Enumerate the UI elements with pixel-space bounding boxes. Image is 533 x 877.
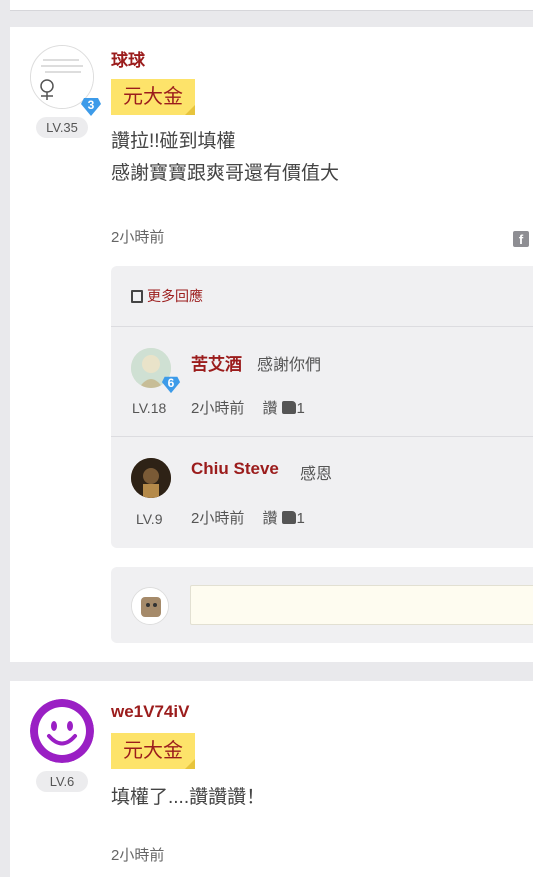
- like-button[interactable]: 讚1: [263, 400, 305, 417]
- reply-meta: 2小時前 讚1: [191, 397, 305, 418]
- reply-level: LV.9: [136, 511, 163, 527]
- stock-tag[interactable]: 元大金: [111, 79, 195, 115]
- author-name[interactable]: we1V74iV: [111, 702, 189, 722]
- more-replies-link[interactable]: 更多回應: [131, 286, 203, 306]
- post-card: LV.6 we1V74iV 元大金 填權了....讚讚讚！ 2小時前: [10, 681, 533, 877]
- reply-text: 感謝你們: [257, 357, 322, 374]
- avatar[interactable]: [30, 699, 94, 763]
- thumbs-up-icon: [281, 511, 296, 524]
- reply-time: 2小時前: [191, 510, 245, 527]
- author-avatar-block: LV.6: [30, 699, 94, 792]
- post-content: 填權了....讚讚讚！: [111, 782, 265, 814]
- post-line: 感謝寶寶跟爽哥還有價值大: [111, 163, 340, 184]
- previous-post-card: [10, 0, 533, 10]
- current-user-avatar: [131, 587, 169, 625]
- reply-level: LV.18: [132, 400, 167, 416]
- divider: [111, 436, 533, 437]
- author-name[interactable]: 球球: [111, 46, 145, 71]
- post-time: 2小時前: [111, 229, 165, 246]
- reply-author-name[interactable]: 苦艾酒: [191, 350, 242, 375]
- reply-meta: 2小時前 讚1: [191, 507, 305, 528]
- reply-composer: [111, 567, 533, 643]
- thumbs-up-icon: [281, 401, 296, 414]
- diamond-badge-icon: 3: [80, 95, 102, 117]
- post-line: 填權了....讚讚讚！: [111, 787, 266, 808]
- level-badge: LV.35: [36, 117, 88, 138]
- level-badge: LV.6: [35, 771, 89, 792]
- divider: [111, 326, 533, 327]
- post-content: 讚拉!!碰到填權 感謝寶寶跟爽哥還有價值大: [111, 126, 339, 190]
- facebook-icon[interactable]: f: [513, 231, 529, 247]
- reply-text: 感恩: [300, 466, 333, 483]
- replies-panel: 更多回應 6 LV.18 苦艾酒 感謝你們 2小時前 讚1 LV.9 Chiu …: [111, 266, 533, 548]
- author-avatar-block: 3 LV.35: [30, 45, 101, 138]
- reply-avatar[interactable]: [131, 458, 171, 498]
- reply-author-name[interactable]: Chiu Steve: [191, 459, 279, 479]
- stock-tag[interactable]: 元大金: [111, 733, 195, 769]
- reply-time: 2小時前: [191, 400, 245, 417]
- diamond-badge-icon: 6: [161, 374, 181, 394]
- post-line: 讚拉!!碰到填權: [111, 131, 236, 152]
- post-card: 3 LV.35 球球 元大金 讚拉!!碰到填權 感謝寶寶跟爽哥還有價值大 2小時…: [10, 27, 533, 662]
- document-icon: [131, 290, 143, 303]
- reply-input[interactable]: [190, 585, 533, 625]
- post-time: 2小時前: [111, 847, 165, 864]
- like-button[interactable]: 讚1: [263, 510, 305, 527]
